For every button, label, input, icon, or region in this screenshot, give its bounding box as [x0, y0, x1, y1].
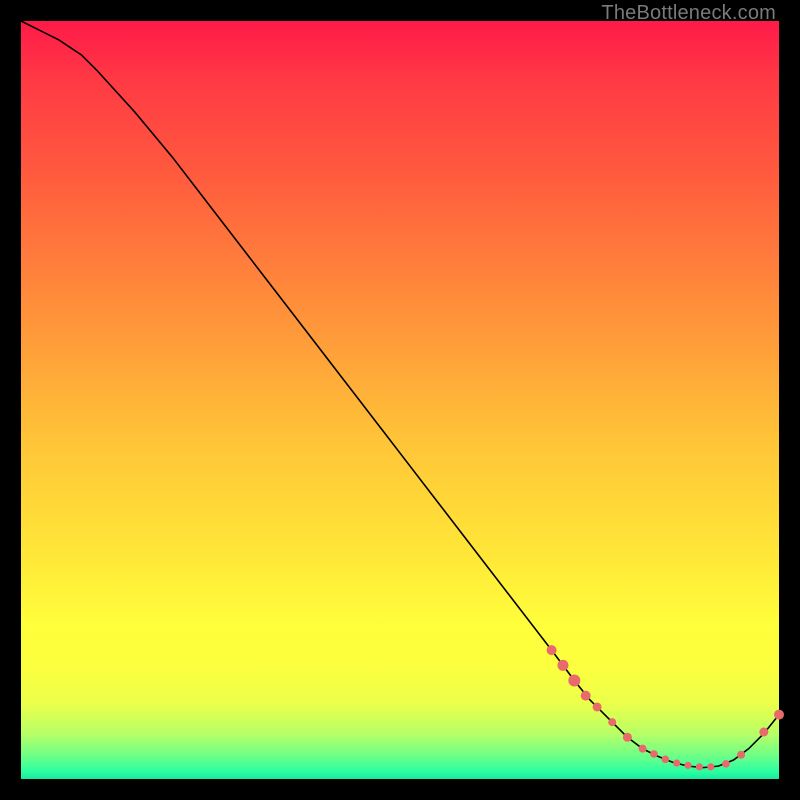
marker-dot: [608, 718, 616, 726]
marker-dot: [684, 762, 691, 769]
marker-dot: [623, 733, 632, 742]
marker-dot: [568, 674, 580, 686]
marker-dot: [722, 760, 730, 768]
chart-stage: TheBottleneck.com: [0, 0, 800, 800]
marker-dot: [547, 645, 557, 655]
marker-dot: [650, 750, 658, 758]
marker-dot: [759, 728, 768, 737]
chart-overlay: [21, 21, 779, 779]
marker-dot: [696, 763, 703, 770]
marker-dot: [593, 702, 602, 711]
marker-dot: [774, 710, 784, 720]
marker-dot: [581, 691, 591, 701]
marker-dot: [557, 660, 568, 671]
bottleneck-curve: [21, 21, 779, 768]
marker-cluster: [547, 645, 784, 770]
marker-dot: [707, 763, 714, 770]
marker-dot: [639, 745, 647, 753]
marker-dot: [662, 755, 670, 763]
marker-dot: [673, 759, 680, 766]
marker-dot: [737, 751, 745, 759]
